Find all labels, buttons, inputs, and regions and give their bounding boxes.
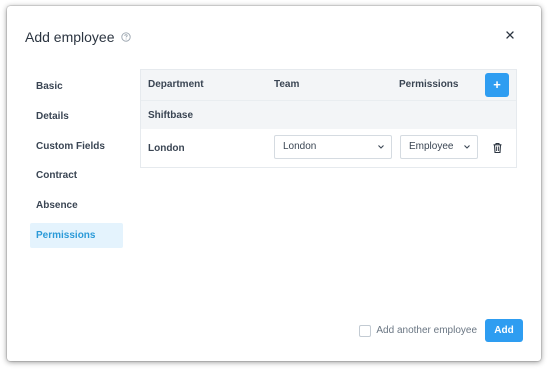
table-group-row: Shiftbase [141,100,516,129]
permissions-table: Department Team Permissions + Shiftbase … [140,69,517,168]
permission-select[interactable]: Employee [400,135,478,159]
add-row-button[interactable]: + [485,73,509,97]
table-header: Department Team Permissions + [141,70,516,100]
table-row: London London Employee [141,129,516,167]
sidebar-item-custom-fields[interactable]: Custom Fields [30,134,123,159]
dialog-title: Add employee [25,29,115,45]
close-button[interactable] [503,28,517,42]
chevron-down-icon [464,145,470,149]
sidebar-nav: Basic Details Custom Fields Contract Abs… [30,74,123,253]
close-icon [506,31,514,39]
sidebar-item-details[interactable]: Details [30,104,123,129]
team-select-value: London [283,141,317,152]
question-circle-icon[interactable] [120,32,131,42]
column-header-department: Department [148,79,204,90]
team-select[interactable]: London [274,135,392,159]
permission-select-value: Employee [409,141,454,152]
sidebar-item-absence[interactable]: Absence [30,193,123,218]
add-another-checkbox[interactable] [359,324,372,337]
chevron-down-icon [378,145,384,149]
add-another-label[interactable]: Add another employee [376,325,477,336]
sidebar-item-permissions[interactable]: Permissions [30,222,123,248]
column-header-permissions: Permissions [399,79,459,90]
trash-icon [493,143,502,154]
dialog-footer: Add another employee Add [359,319,523,342]
column-header-team: Team [274,79,300,90]
group-label: Shiftbase [148,110,194,121]
dialog-header: Add employee [25,29,131,45]
sidebar-item-basic[interactable]: Basic [30,74,123,99]
add-employee-dialog: Add employee Basic Details Custom Fields… [7,6,541,361]
delete-row-button[interactable] [492,141,503,154]
add-button[interactable]: Add [485,319,523,342]
department-cell: London [148,143,185,154]
sidebar-item-contract[interactable]: Contract [30,163,123,188]
